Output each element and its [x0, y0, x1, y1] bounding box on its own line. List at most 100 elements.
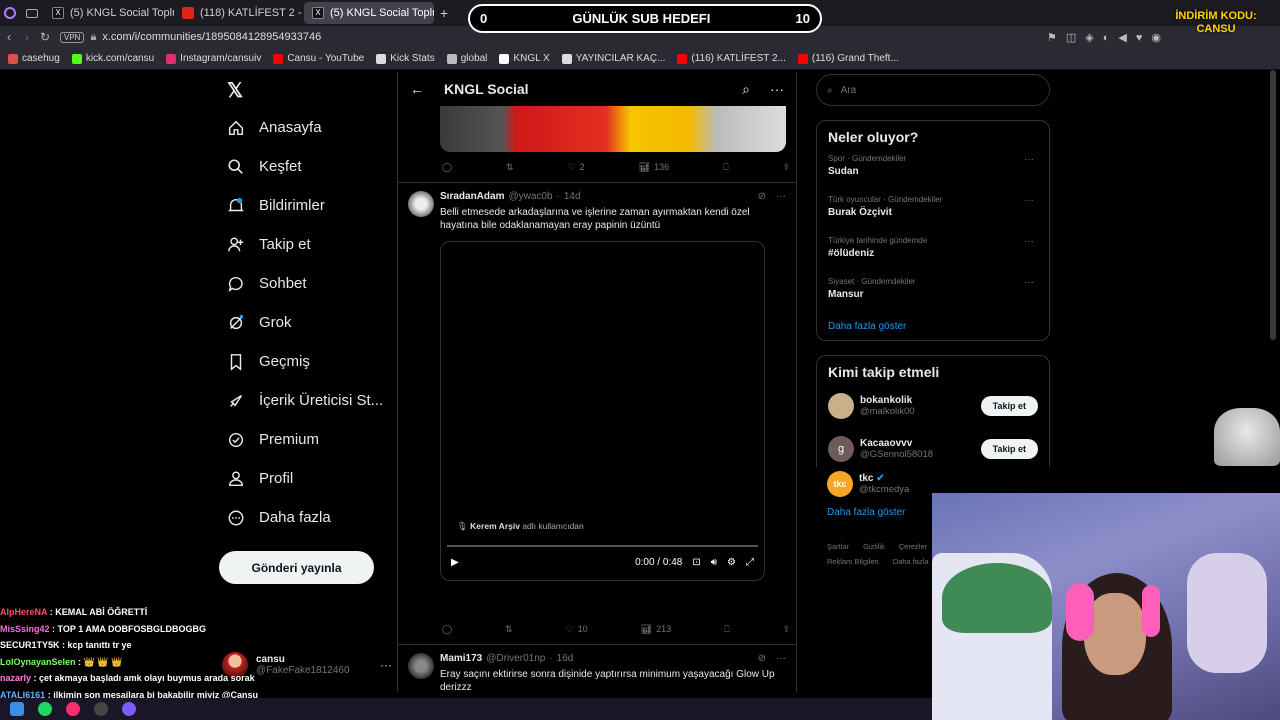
views-button[interactable]: 📊︎ 213 [641, 624, 671, 635]
post[interactable]: SıradanAdam @ywac0b · 14d ⊘ ··· Belli et… [398, 182, 796, 614]
bookmark-item[interactable]: KNGL X [499, 53, 550, 64]
who-handle[interactable]: @malkolik00 [860, 406, 915, 417]
browser-tab-2[interactable]: X (5) KNGL Social Topluluk / × [304, 2, 434, 24]
play-icon[interactable]: ▶ [451, 557, 459, 568]
repost-icon[interactable]: ⇅ [505, 624, 513, 635]
nav-item-4[interactable]: Sohbet [210, 264, 390, 303]
bookmark-item[interactable]: (116) KATLİFEST 2... [677, 53, 786, 64]
more-icon[interactable]: ··· [776, 191, 786, 202]
author-name[interactable]: Mami173 [440, 653, 482, 664]
author-name[interactable]: SıradanAdam [440, 191, 504, 202]
repost-icon[interactable]: ⇅ [506, 162, 514, 173]
nav-item-3[interactable]: Takip et [210, 225, 390, 264]
scrollbar[interactable] [1270, 70, 1276, 340]
bookmark-item[interactable]: Instagram/cansuiv [166, 53, 261, 64]
reload-icon[interactable]: ↻ [36, 30, 54, 44]
avatar[interactable]: g [828, 436, 854, 462]
obs-icon[interactable] [94, 702, 108, 716]
follow-button[interactable]: Takip et [980, 396, 1038, 416]
forward-icon[interactable]: › [18, 30, 36, 44]
browser-tab-1[interactable]: (118) KATLİFEST 2 - BARAN [174, 2, 304, 24]
post[interactable]: Mami173 @Driver01np · 16d ⊘ ··· Eray saç… [398, 644, 796, 692]
nav-item-6[interactable]: Geçmiş [210, 342, 390, 381]
sidebar-toggle-icon[interactable] [22, 2, 44, 24]
bookmark-item[interactable]: kick.com/cansu [71, 53, 154, 64]
settings-icon[interactable]: ⚙ [727, 557, 736, 568]
nav-item-8[interactable]: Premium [210, 420, 390, 459]
captions-icon[interactable]: ⊡ [692, 557, 700, 568]
bookmark-item[interactable]: (116) Grand Theft... [797, 53, 899, 64]
avatar[interactable] [408, 191, 434, 217]
author-handle[interactable]: @Driver01np [486, 653, 545, 664]
browser-menu-icon[interactable] [0, 2, 22, 24]
more-icon[interactable]: ··· [1024, 236, 1034, 247]
footer-link[interactable]: Reklam Bilgileri [827, 557, 879, 566]
new-tab-icon[interactable]: + [440, 5, 448, 21]
trends-show-more[interactable]: Daha fazla göster [828, 321, 1038, 332]
nav-item-5[interactable]: Grok [210, 303, 390, 342]
trend-item[interactable]: Spor · Gündemdekiler Sudan ··· [828, 154, 1038, 186]
avatar[interactable] [408, 653, 434, 679]
bookmark-item[interactable]: Cansu - YouTube [273, 53, 364, 64]
share-icon[interactable]: ⇪ [782, 624, 790, 635]
who-name[interactable]: bokankolik [860, 395, 915, 406]
more-icon[interactable]: ··· [1024, 154, 1034, 165]
footer-link[interactable]: Daha fazla [893, 557, 929, 566]
who-item[interactable]: g Kacaaovvv @GSennol58018 Takip et [828, 432, 1038, 466]
nav-item-1[interactable]: Keşfet [210, 147, 390, 186]
reply-icon[interactable]: ◯ [442, 624, 452, 635]
who-name[interactable]: Kacaaovvv [860, 438, 933, 449]
video-progress-track[interactable] [447, 545, 758, 547]
trend-item[interactable]: Türkiye tarihinde gündemde #ölüdeniz ··· [828, 236, 1038, 268]
search-icon[interactable]: ⌕ [742, 81, 750, 98]
opera-icon[interactable] [66, 702, 80, 716]
vpn-badge[interactable]: VPN [60, 31, 85, 43]
browser-tab-0[interactable]: X (5) KNGL Social Topluluk / [44, 2, 174, 24]
grok-icon[interactable]: ⊘ [758, 191, 766, 202]
footer-link[interactable]: Şartlar [827, 542, 849, 551]
fullscreen-icon[interactable]: ⤢ [746, 557, 754, 568]
more-icon[interactable]: ··· [770, 81, 784, 97]
bookmark-item[interactable]: Kick Stats [376, 53, 435, 64]
follow-button[interactable]: Takip et [980, 439, 1038, 459]
spotify-icon[interactable] [38, 702, 52, 716]
post-time[interactable]: 14d [564, 191, 581, 202]
bookmark-icon[interactable]: ⎕ [724, 624, 729, 635]
who-handle[interactable]: @GSennol58018 [860, 449, 933, 460]
nav-item-10[interactable]: Daha fazla [210, 498, 390, 537]
media-image[interactable] [440, 106, 786, 152]
back-arrow-icon[interactable]: ← [410, 81, 424, 97]
nav-item-7[interactable]: İçerik Üreticisi St... [210, 381, 390, 420]
bookmark-item[interactable]: global [446, 53, 487, 64]
post-button[interactable]: Gönderi yayınla [219, 551, 374, 584]
search-input[interactable]: ⌕ Ara [816, 74, 1050, 106]
nav-item-2[interactable]: Bildirimler [210, 186, 390, 225]
nav-item-9[interactable]: Profil [210, 459, 390, 498]
who-name-text[interactable]: tkc [859, 473, 873, 484]
who-handle[interactable]: @tkcmedya [859, 484, 909, 495]
volume-icon[interactable]: 🔊︎ [711, 557, 717, 568]
reply-icon[interactable]: ◯ [442, 162, 452, 173]
more-icon[interactable]: ··· [380, 658, 392, 672]
back-icon[interactable]: ‹ [0, 30, 18, 44]
x-logo-icon[interactable]: 𝕏 [210, 72, 390, 108]
trend-item[interactable]: Türk oyuncular · Gündemdekiler Burak Özçi… [828, 195, 1038, 227]
bookmark-item[interactable]: YAYINCILAR KAÇ... [561, 53, 665, 64]
grok-icon[interactable]: ⊘ [758, 653, 766, 664]
avatar[interactable] [828, 393, 854, 419]
url-text[interactable]: x.com/i/communities/1895084128954933746 [102, 31, 321, 43]
credit-name[interactable]: Kerem Arşiv [470, 521, 520, 531]
post-time[interactable]: 16d [557, 653, 574, 664]
more-icon[interactable]: ··· [1024, 277, 1034, 288]
bookmark-item[interactable]: casehug [8, 53, 60, 64]
who-item[interactable]: bokankolik @malkolik00 Takip et [828, 389, 1038, 423]
avatar[interactable]: tkc [827, 471, 853, 497]
bookmark-icon[interactable]: ⎕ [723, 162, 728, 173]
more-icon[interactable]: ··· [776, 653, 786, 664]
trend-item[interactable]: Siyaset · Gündemdekiler Mansur ··· [828, 277, 1038, 309]
nav-item-0[interactable]: Anasayfa [210, 108, 390, 147]
like-button[interactable]: ♡ 10 [566, 624, 588, 635]
footer-link[interactable]: Çerezler [899, 542, 927, 551]
like-button[interactable]: ♡ 2 [568, 162, 585, 173]
more-icon[interactable]: ··· [1024, 195, 1034, 206]
